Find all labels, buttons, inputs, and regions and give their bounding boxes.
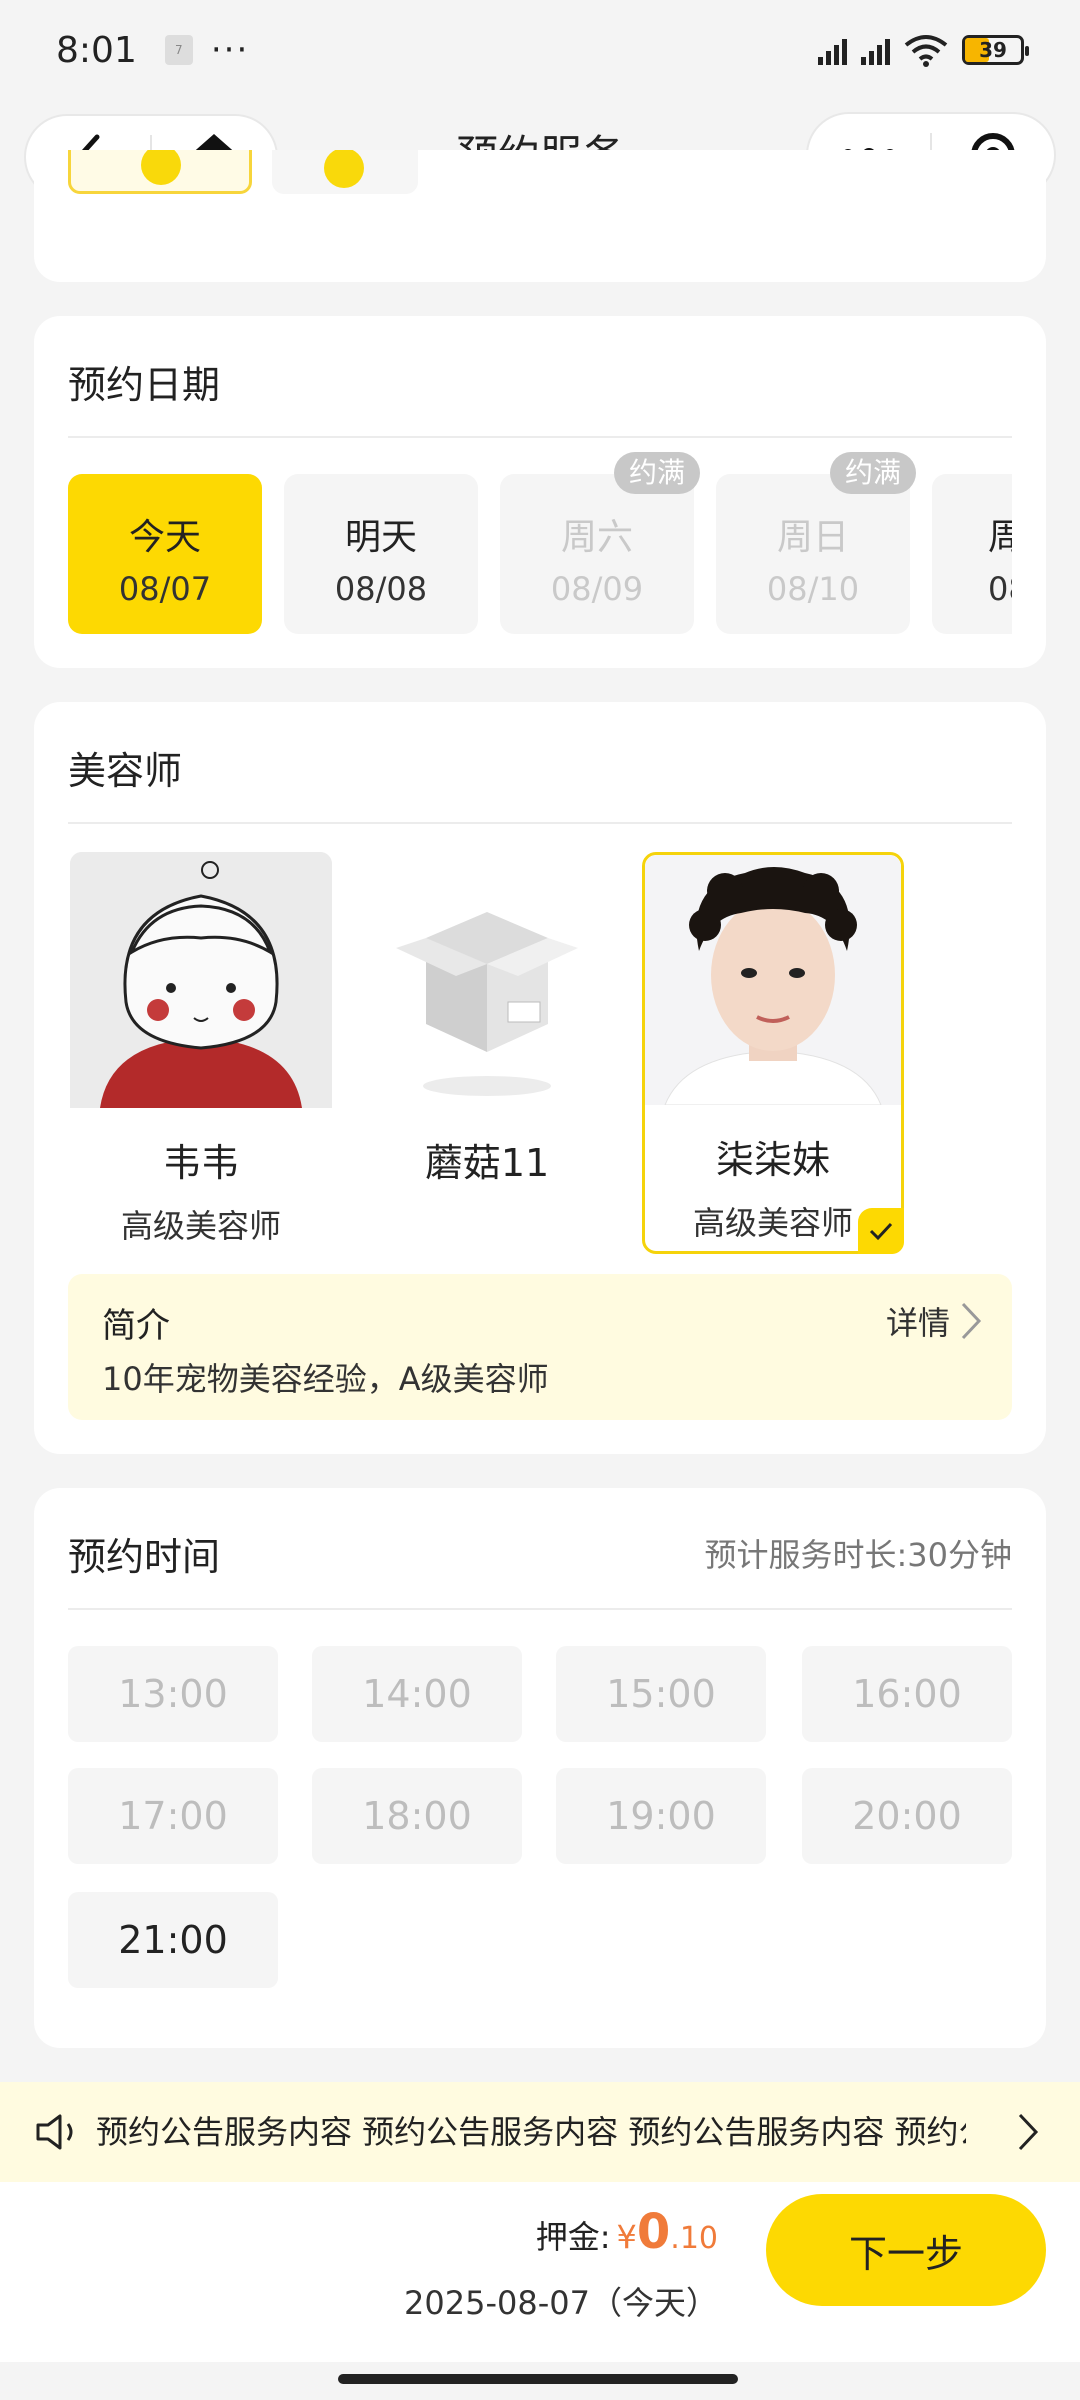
date-day-label: 明天 — [344, 517, 417, 558]
section-divider — [68, 822, 1012, 824]
beautician-name: 柒柒妹 — [715, 1138, 830, 1182]
date-value: 08 — [988, 570, 1012, 608]
beautician-avatar-placeholder — [356, 852, 618, 1108]
section-divider — [68, 1608, 1012, 1610]
intro-detail-link[interactable]: 详情 — [886, 1298, 982, 1344]
section-divider — [68, 436, 1012, 438]
time-slot-disabled: 17:00 — [68, 1768, 278, 1864]
time-slot-disabled: 19:00 — [556, 1768, 766, 1864]
time-slot-disabled: 20:00 — [802, 1768, 1012, 1864]
beautician-intro: 简介 10年宠物美容经验，A级美容师 详情 — [68, 1274, 1012, 1420]
date-value: 08/10 — [766, 570, 860, 608]
time-slot-disabled: 14:00 — [312, 1646, 522, 1742]
date-option-today[interactable]: 今天 08/07 — [68, 474, 262, 634]
deposit-amount-int: 0 — [636, 2204, 671, 2260]
signal-icon-2 — [861, 35, 890, 65]
date-section-title: 预约日期 — [68, 363, 221, 407]
time-slot-disabled: 18:00 — [312, 1768, 522, 1864]
date-value: 08/09 — [550, 570, 644, 608]
beautician-avatar — [70, 852, 332, 1108]
date-day-label: 今天 — [128, 517, 201, 558]
beautician-level: 高级美容师 — [120, 1207, 281, 1245]
beautician-name: 蘑菇11 — [424, 1141, 550, 1185]
date-value: 08/07 — [118, 570, 212, 608]
chevron-right-icon — [961, 1302, 982, 1340]
beautician-option-selected[interactable]: 柒柒妹 高级美容师 — [642, 852, 904, 1254]
announcement-text: 预约公告服务内容 预约公告服务内容 预约公告服务内容 预约公告服务内容 — [96, 2113, 966, 2151]
date-day-label: 周六 — [560, 517, 633, 558]
service-duration: 预计服务时长:30分钟 — [704, 1536, 1012, 1574]
date-day-label: 周 — [988, 517, 1012, 558]
selected-date: 2025-08-07（今天） — [404, 2284, 718, 2322]
chevron-right-icon — [1018, 2113, 1039, 2151]
service-card-partial — [34, 150, 1046, 282]
time-section-title: 预约时间 — [68, 1535, 221, 1579]
speaker-icon — [36, 2114, 73, 2150]
currency-symbol: ¥ — [616, 2218, 637, 2256]
fully-booked-badge: 约满 — [830, 452, 916, 494]
date-value: 08/08 — [334, 570, 428, 608]
battery-icon: 39 — [962, 35, 1029, 65]
intro-label: 简介 — [102, 1306, 170, 1346]
date-list: 今天 08/07 明天 08/08 周六 08/09 周日 08/10 周 08 — [68, 474, 1012, 634]
beautician-card: 美容师 韦韦 高级美容师 蘑菇11 柒柒妹 高级美容师 简介 10年宠物美容经验… — [34, 702, 1046, 1454]
date-day-label: 周日 — [776, 517, 849, 558]
service-icon — [324, 150, 364, 188]
signal-icon — [818, 35, 847, 65]
fully-booked-badge: 约满 — [614, 452, 700, 494]
status-bar: 8:01 7 ··· 39 — [0, 0, 1080, 100]
service-icon — [141, 150, 181, 185]
date-option-saturday: 周六 08/09 — [500, 474, 694, 634]
beautician-option[interactable]: 蘑菇11 — [356, 852, 618, 1254]
date-option-next[interactable]: 周 08 — [932, 474, 1012, 634]
service-option[interactable] — [272, 150, 418, 194]
date-card: 预约日期 今天 08/07 明天 08/08 周六 08/09 周日 08/10… — [34, 316, 1046, 668]
time-slot-disabled: 16:00 — [802, 1646, 1012, 1742]
date-option-tomorrow[interactable]: 明天 08/08 — [284, 474, 478, 634]
bottom-action-bar: 押金: ¥ 0 .10 2025-08-07（今天） 下一步 — [0, 2182, 1080, 2362]
deposit-amount-dec: .10 — [670, 2221, 718, 2256]
deposit-label: 押金: — [535, 2218, 611, 2256]
status-time: 8:01 — [56, 29, 137, 71]
beautician-section-title: 美容师 — [68, 749, 183, 793]
detail-label: 详情 — [885, 1304, 950, 1342]
time-card: 预约时间 预计服务时长:30分钟 13:00 14:00 15:00 16:00… — [34, 1488, 1046, 2048]
time-slot-disabled: 13:00 — [68, 1646, 278, 1742]
announcement-bar[interactable]: 预约公告服务内容 预约公告服务内容 预约公告服务内容 预约公告服务内容 — [0, 2082, 1080, 2182]
wifi-icon — [904, 35, 948, 67]
beautician-option[interactable]: 韦韦 高级美容师 — [70, 852, 332, 1254]
intro-text: 10年宠物美容经验，A级美容师 — [102, 1360, 549, 1398]
more-notifications-icon: ··· — [210, 30, 250, 70]
beautician-name: 韦韦 — [162, 1141, 239, 1185]
notification-icon: 7 — [164, 35, 193, 65]
date-option-sunday: 周日 08/10 — [716, 474, 910, 634]
selected-check-icon — [858, 1208, 904, 1254]
battery-level: 39 — [979, 38, 1007, 62]
time-slot-available[interactable]: 21:00 — [68, 1892, 278, 1988]
home-indicator[interactable] — [338, 2374, 738, 2384]
service-option-selected[interactable] — [68, 150, 252, 194]
time-slot-disabled: 15:00 — [556, 1646, 766, 1742]
next-step-button[interactable]: 下一步 — [766, 2194, 1046, 2306]
deposit-info: 押金: ¥ 0 .10 — [536, 2204, 718, 2260]
beautician-avatar — [645, 855, 901, 1105]
